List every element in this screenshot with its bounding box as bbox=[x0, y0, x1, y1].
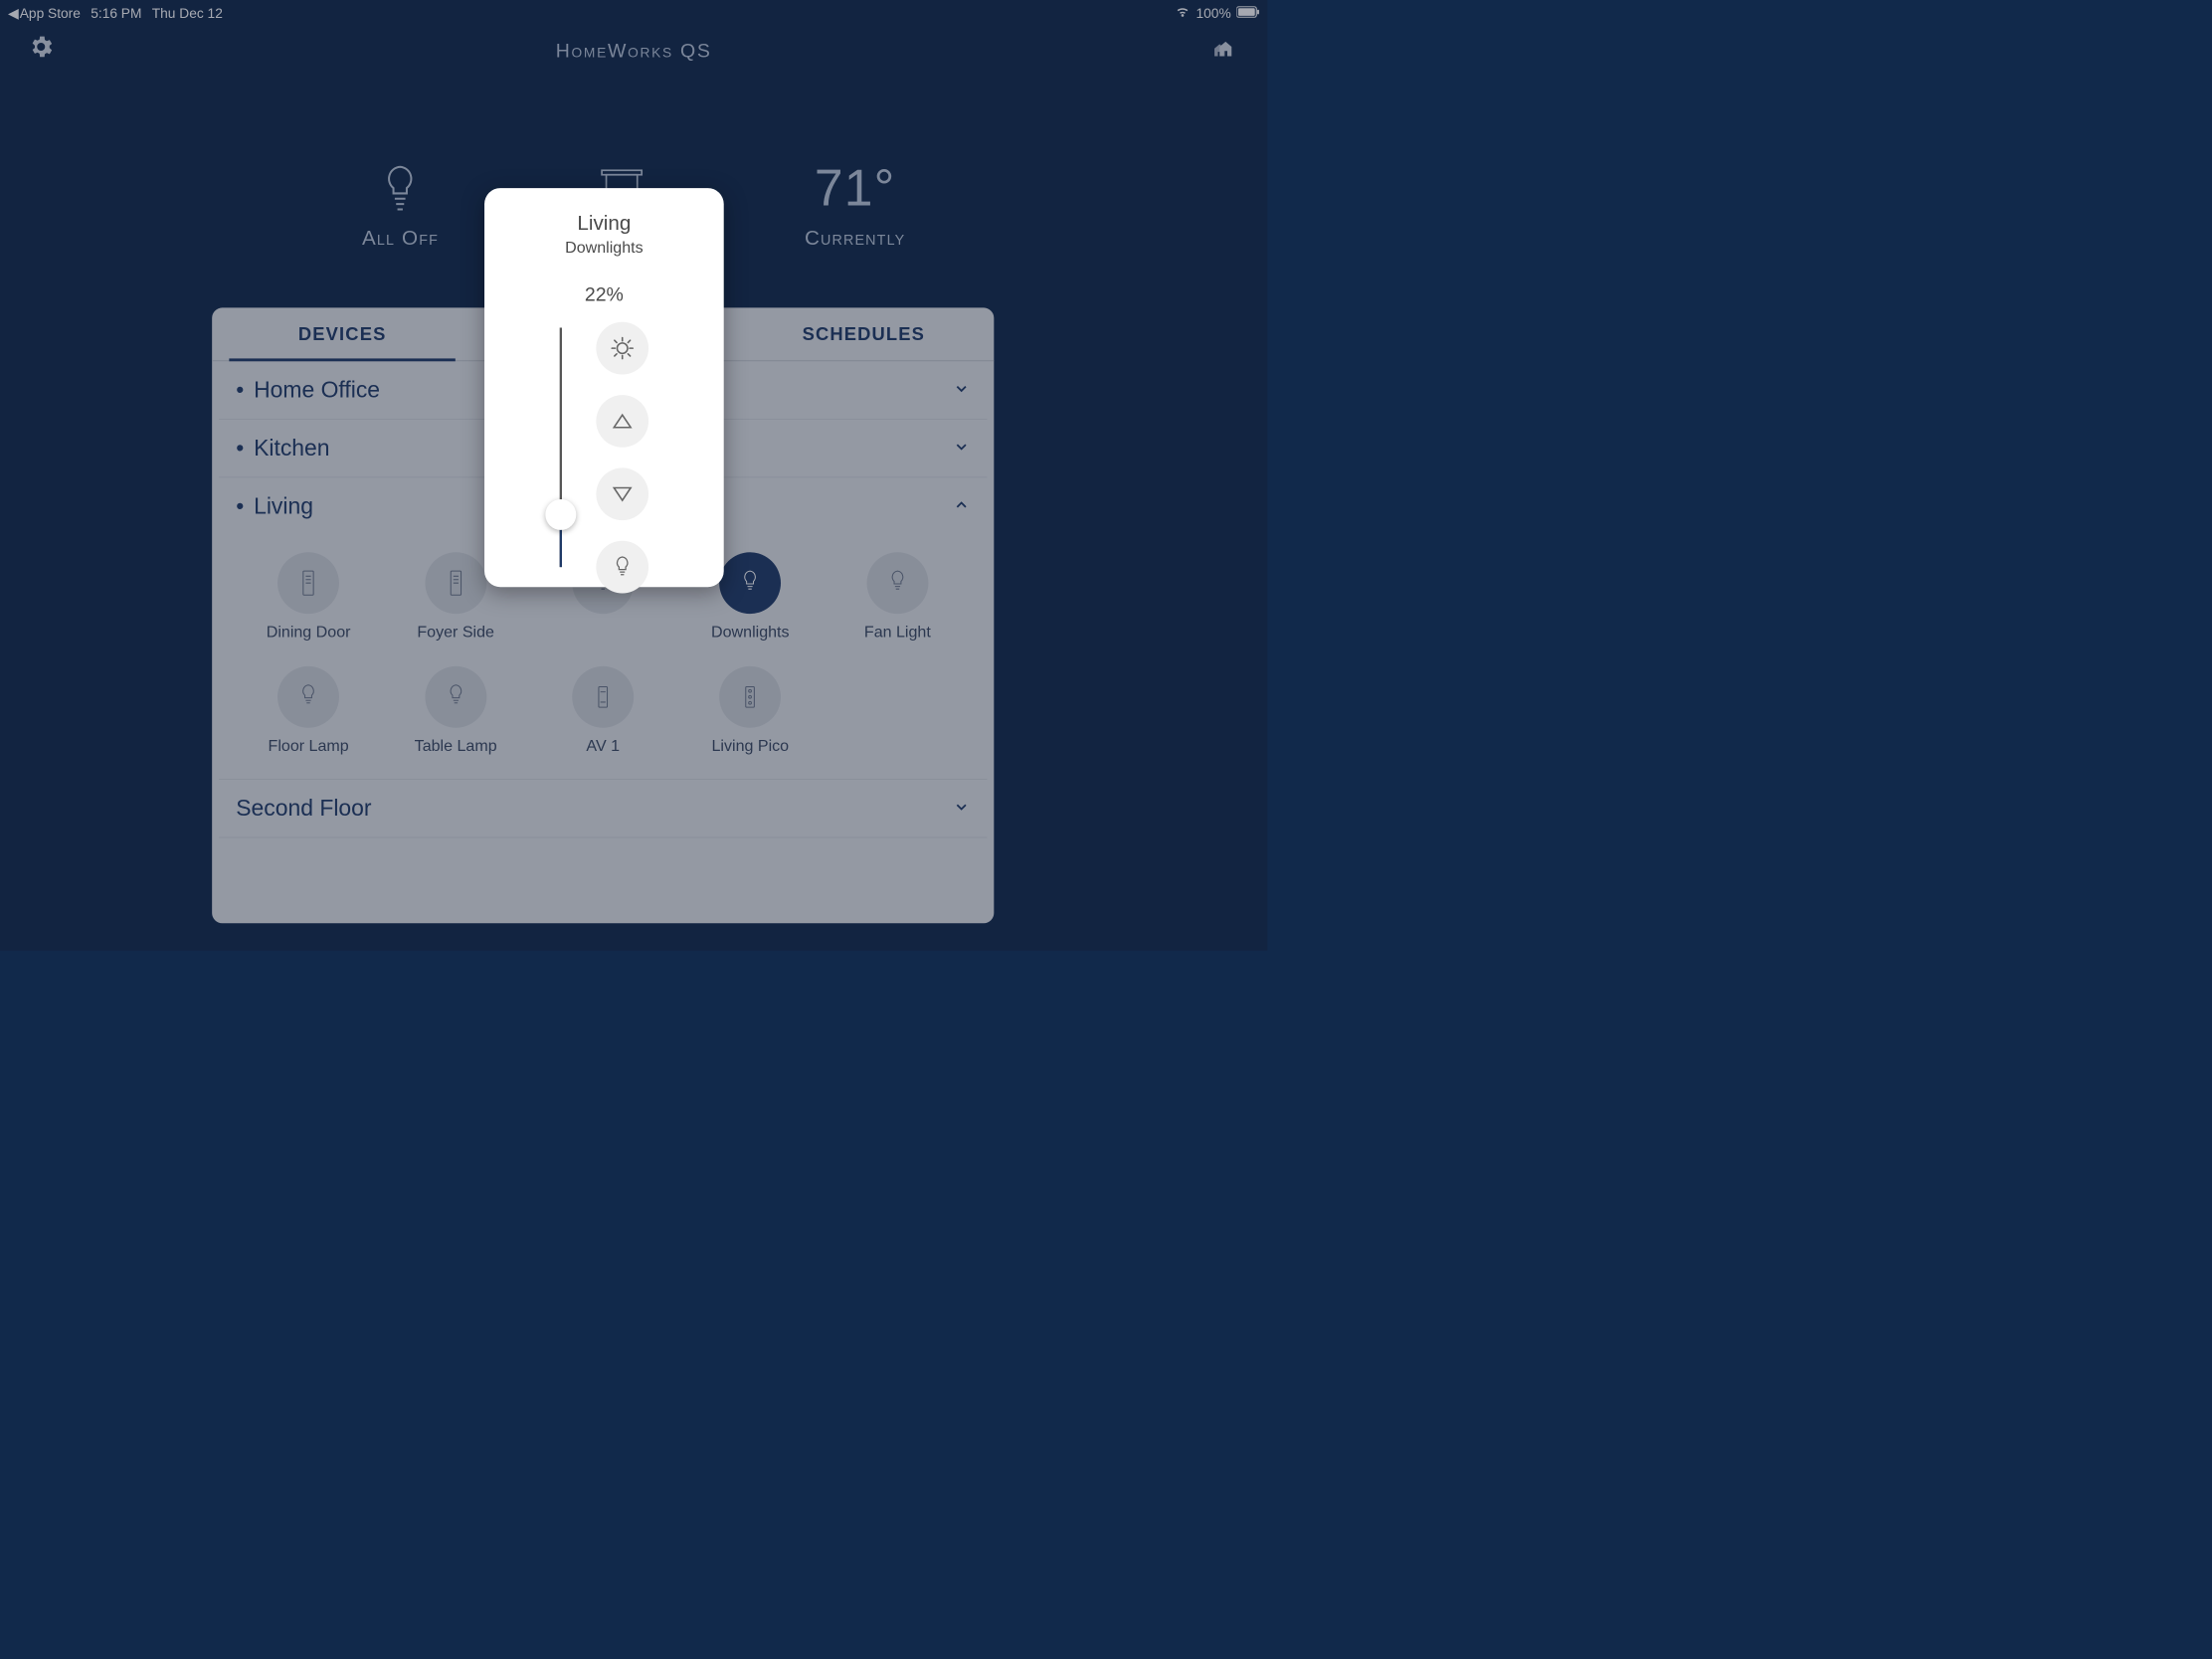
device-living-pico[interactable]: Living Pico bbox=[676, 666, 824, 755]
dimmer-slider[interactable] bbox=[560, 327, 562, 567]
chevron-down-icon bbox=[953, 377, 970, 403]
device-dining-door[interactable]: Dining Door bbox=[235, 552, 382, 641]
lower-button[interactable] bbox=[596, 467, 648, 520]
full-on-button[interactable] bbox=[596, 322, 648, 375]
full-off-button[interactable] bbox=[596, 541, 648, 594]
popup-percent: 22% bbox=[585, 283, 624, 305]
device-fan-light[interactable]: Fan Light bbox=[824, 552, 971, 641]
status-time: 5:16 PM bbox=[91, 5, 141, 21]
device-table-lamp[interactable]: Table Lamp bbox=[382, 666, 529, 755]
status-bar: ◀App Store 5:16 PM Thu Dec 12 100% bbox=[0, 0, 1267, 27]
wifi-icon bbox=[1175, 3, 1191, 23]
tab-devices[interactable]: DEVICES bbox=[212, 307, 472, 361]
bulb-icon bbox=[362, 159, 439, 216]
device-av1[interactable]: AV 1 bbox=[529, 666, 676, 755]
dimmer-popup: Living Downlights 22% bbox=[484, 188, 724, 587]
all-off-button[interactable]: All Off bbox=[362, 159, 439, 250]
chevron-down-icon bbox=[953, 436, 970, 461]
battery-percent: 100% bbox=[1197, 5, 1231, 21]
chevron-up-icon bbox=[953, 493, 970, 519]
slider-handle[interactable] bbox=[545, 499, 576, 530]
tab-schedules[interactable]: SCHEDULES bbox=[733, 307, 994, 361]
popup-room: Living bbox=[577, 211, 631, 235]
chevron-down-icon bbox=[953, 796, 970, 822]
device-floor-lamp[interactable]: Floor Lamp bbox=[235, 666, 382, 755]
battery-icon bbox=[1236, 5, 1259, 21]
app-title: HomeWorks QS bbox=[0, 40, 1267, 62]
temperature-display[interactable]: 71° Currently bbox=[805, 159, 905, 250]
back-to-app[interactable]: ◀App Store bbox=[8, 5, 81, 22]
status-date: Thu Dec 12 bbox=[152, 5, 223, 21]
second-floor-row[interactable]: Second Floor bbox=[219, 779, 987, 837]
raise-button[interactable] bbox=[596, 395, 648, 448]
popup-device: Downlights bbox=[565, 239, 643, 257]
